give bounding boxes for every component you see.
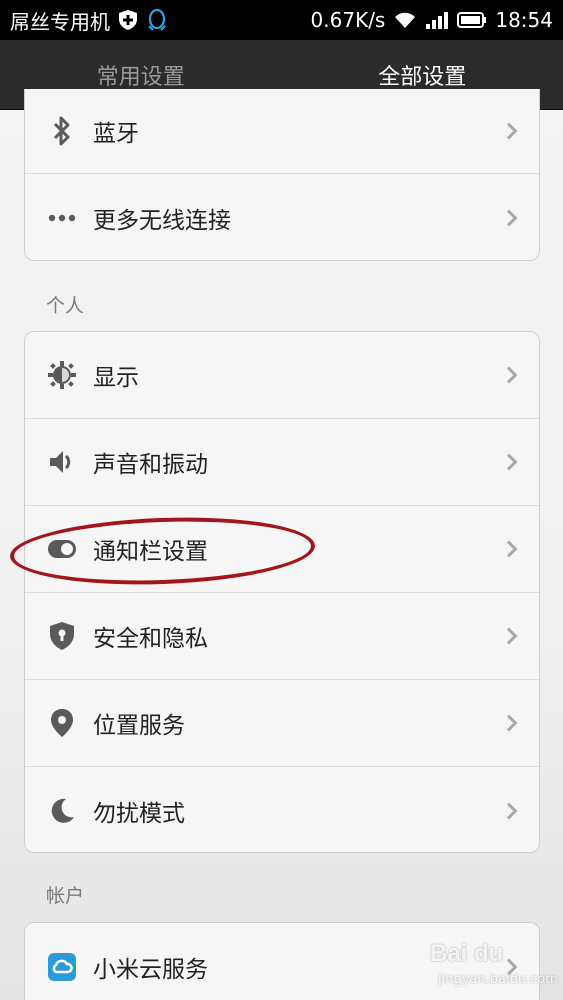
settings-item-label: 位置服务 (93, 713, 185, 739)
location-pin-icon (47, 708, 77, 738)
baidu-watermark-url: jingyan.baidu.com (438, 972, 558, 987)
settings-item-location[interactable]: 位置服务 (25, 680, 539, 767)
settings-item-label: 勿扰模式 (93, 800, 185, 827)
signal-icon (425, 10, 449, 30)
baidu-watermark: Bai du (430, 940, 504, 967)
status-bar: 屌丝专用机 0.67K/s 18:54 (0, 0, 563, 40)
chevron-right-icon (500, 540, 518, 558)
moon-icon (47, 796, 77, 826)
chevron-right-icon (500, 714, 518, 732)
settings-item-bluetooth[interactable]: 蓝牙 (25, 89, 539, 174)
settings-item-label: 蓝牙 (93, 121, 139, 147)
carrier-label: 屌丝专用机 (10, 9, 110, 34)
chevron-right-icon (500, 366, 518, 384)
settings-item-label: 显示 (93, 365, 139, 391)
section-title-account: 帐户 (46, 885, 85, 907)
bluetooth-icon (47, 116, 77, 146)
brightness-icon (47, 360, 77, 390)
chevron-right-icon (500, 453, 518, 471)
wifi-icon (393, 10, 417, 30)
settings-item-display[interactable]: 显示 (25, 332, 539, 419)
shield-plus-icon (118, 9, 138, 31)
settings-item-more-wireless[interactable]: 更多无线连接 (25, 174, 539, 260)
personal-settings-group: 显示 声音和振动 通知栏设置 安全和隐私 位置服务 勿扰模式 (24, 331, 540, 853)
battery-icon (457, 11, 487, 29)
clock: 18:54 (495, 8, 553, 32)
wireless-settings-group: 蓝牙 更多无线连接 (24, 89, 540, 261)
shield-lock-icon (47, 621, 77, 651)
chevron-right-icon (500, 627, 518, 645)
network-speed: 0.67K/s (310, 8, 386, 32)
settings-item-label: 小米云服务 (93, 957, 208, 983)
settings-item-label: 更多无线连接 (93, 207, 231, 234)
chevron-right-icon (500, 122, 518, 140)
settings-item-label: 声音和振动 (93, 452, 208, 478)
speaker-icon (47, 447, 77, 477)
settings-item-label: 安全和隐私 (93, 626, 208, 652)
settings-item-sound-vibration[interactable]: 声音和振动 (25, 419, 539, 506)
cloud-icon (47, 952, 77, 982)
more-dots-icon (47, 203, 77, 233)
qq-penguin-icon (146, 8, 168, 32)
settings-item-do-not-disturb[interactable]: 勿扰模式 (25, 767, 539, 852)
chevron-right-icon (500, 802, 518, 819)
settings-item-security-privacy[interactable]: 安全和隐私 (25, 593, 539, 680)
section-title-personal: 个人 (46, 295, 85, 317)
chevron-right-icon (500, 209, 518, 226)
